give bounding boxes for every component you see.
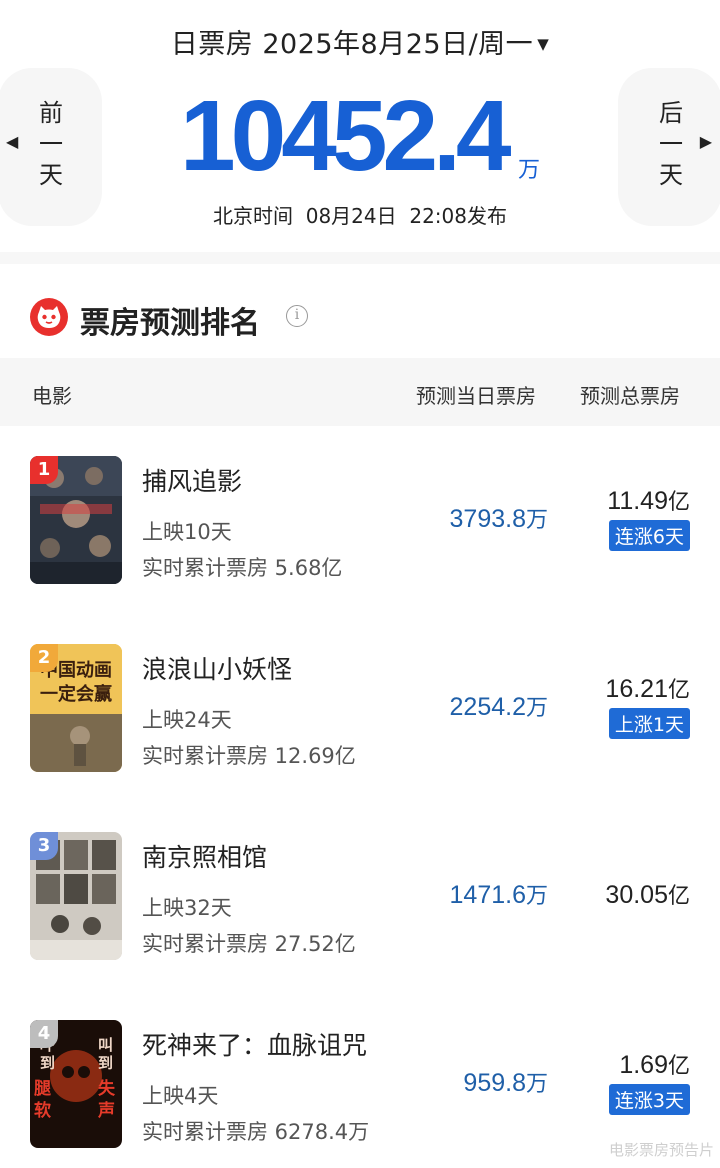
daily-forecast: 2254.2万 <box>450 690 548 722</box>
cumulative-box-office: 实时累计票房 6278.4万 <box>142 1120 370 1144</box>
movie-title[interactable]: 浪浪山小妖怪 <box>142 650 292 686</box>
total-forecast-value: 16.21 <box>605 675 668 703</box>
chevron-down-icon: ▼ <box>537 35 550 53</box>
info-icon[interactable]: i <box>286 305 308 327</box>
release-days: 上映10天 <box>142 520 232 544</box>
cumulative-box-office: 实时累计票房 27.52亿 <box>142 932 356 956</box>
daily-forecast: 3793.8万 <box>450 502 548 534</box>
column-header-total-forecast: 预测总票房 <box>580 384 680 408</box>
total-forecast-value: 11.49 <box>607 487 668 515</box>
table-row[interactable]: 中国动画 一定会赢 2 浪浪山小妖怪 上映24天 实时累计票房 12.69亿 2… <box>0 644 720 832</box>
prev-day-char: 前 <box>39 99 63 127</box>
release-days: 上映24天 <box>142 708 232 732</box>
total-forecast: 1.69亿 连涨3天 <box>608 1048 690 1115</box>
arrow-left-icon: ◀ <box>6 132 19 151</box>
next-day-char: 后 <box>659 99 683 127</box>
total-forecast: 16.21亿 上涨1天 <box>605 672 690 739</box>
table-row[interactable]: 3 南京照相馆 上映32天 实时累计票房 27.52亿 1471.6万 30.0… <box>0 832 720 1020</box>
poster-text-char: 失 <box>98 1078 116 1099</box>
rank-badge: 3 <box>30 832 58 860</box>
rank-badge: 1 <box>30 456 58 484</box>
total-forecast-unit: 亿 <box>667 489 690 514</box>
total-forecast: 30.05亿 <box>605 878 690 910</box>
poster-text-char: 软 <box>34 1100 51 1121</box>
watermark: 电影票房预告片 <box>608 1141 714 1159</box>
total-forecast-unit: 亿 <box>667 883 690 908</box>
daily-forecast-unit: 万 <box>525 883 548 908</box>
daily-forecast-value: 3793.8 <box>449 505 526 533</box>
maoyan-cat-logo-icon <box>30 298 68 336</box>
date-label: 日票房 2025年8月25日/周一 <box>170 29 534 60</box>
table-row[interactable]: 1 捕风追影 上映10天 实时累计票房 5.68亿 3793.8万 11.49亿… <box>0 456 720 644</box>
daily-forecast-unit: 万 <box>525 695 548 720</box>
poster-text-line: 一定会赢 <box>40 683 112 705</box>
daily-forecast-unit: 万 <box>525 507 548 532</box>
total-forecast: 11.49亿 连涨6天 <box>607 484 690 551</box>
daily-forecast-value: 1471.6 <box>449 881 526 909</box>
release-days: 上映32天 <box>142 896 232 920</box>
next-day-char: 一 <box>659 130 683 158</box>
poster-text-char: 叫 <box>98 1036 113 1054</box>
movie-poster[interactable]: 吓 到 腿 软 叫 到 失 声 4 <box>30 1020 122 1148</box>
movie-title[interactable]: 死神来了：血脉诅咒 <box>142 1026 367 1062</box>
poster-text-char: 到 <box>98 1054 113 1072</box>
total-forecast-unit: 亿 <box>667 1053 690 1078</box>
rank-badge: 4 <box>30 1020 58 1048</box>
total-forecast-value: 1.69 <box>619 1051 668 1079</box>
cumulative-box-office: 实时累计票房 5.68亿 <box>142 556 343 580</box>
prev-day-char: 天 <box>39 161 63 189</box>
release-days: 上映4天 <box>142 1084 219 1108</box>
cumulative-box-office: 实时累计票房 12.69亿 <box>142 744 356 768</box>
movie-poster[interactable]: 1 <box>30 456 122 584</box>
prev-day-char: 一 <box>39 130 63 158</box>
trend-badge: 上涨1天 <box>608 708 690 739</box>
trend-badge: 连涨6天 <box>608 520 690 551</box>
arrow-right-icon: ▶ <box>699 132 712 151</box>
date-selector[interactable]: 日票房 2025年8月25日/周一 ▼ <box>0 22 720 61</box>
section-title: 票房预测排名 <box>80 306 260 341</box>
release-time: 北京时间 08月24日 22:08发布 <box>213 204 507 228</box>
daily-total: 10452.4 万 <box>180 86 560 186</box>
total-forecast-unit: 亿 <box>667 677 690 702</box>
column-header-movie: 电影 <box>32 384 72 408</box>
rank-badge: 2 <box>30 644 58 672</box>
section-divider <box>0 252 720 264</box>
table-header: 电影 预测当日票房 预测总票房 <box>0 358 720 426</box>
column-header-daily-forecast: 预测当日票房 <box>416 384 536 408</box>
daily-forecast: 1471.6万 <box>450 878 548 910</box>
poster-text-char: 声 <box>97 1100 115 1121</box>
daily-total-unit: 万 <box>518 158 541 183</box>
trend-badge: 连涨3天 <box>608 1084 690 1115</box>
daily-forecast-value: 2254.2 <box>449 693 526 721</box>
daily-forecast-value: 959.8 <box>463 1069 526 1097</box>
daily-forecast: 959.8万 <box>463 1066 548 1098</box>
next-day-char: 天 <box>659 161 683 189</box>
movie-title[interactable]: 南京照相馆 <box>142 838 267 874</box>
poster-text-char: 到 <box>40 1054 55 1072</box>
movie-poster[interactable]: 中国动画 一定会赢 2 <box>30 644 122 772</box>
movie-poster[interactable]: 3 <box>30 832 122 960</box>
total-forecast-value: 30.05 <box>605 881 668 909</box>
daily-forecast-unit: 万 <box>525 1071 548 1096</box>
daily-total-value: 10452.4 <box>180 80 511 192</box>
poster-text-char: 腿 <box>34 1079 51 1099</box>
movie-title[interactable]: 捕风追影 <box>142 462 242 498</box>
